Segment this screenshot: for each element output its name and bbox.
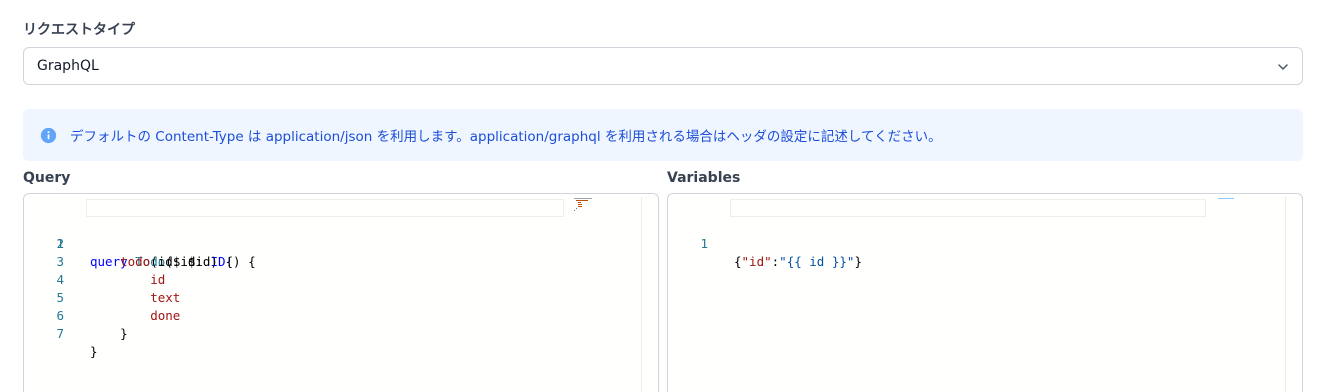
vertical-scrollbar[interactable] (1285, 197, 1299, 392)
punct-token: } (120, 326, 128, 341)
request-type-label: リクエストタイプ (23, 22, 135, 38)
punct-token: ) { (233, 254, 256, 269)
punct-token: } (90, 344, 98, 359)
query-editor[interactable]: 1 query Todo($id: ID!) { 2 todo(id: $id)… (23, 193, 659, 392)
code-line: 1 query Todo($id: ID!) { (24, 199, 564, 269)
brace-token: { (734, 254, 742, 269)
field-token: todo (120, 254, 151, 269)
value-token: "{{ id }}" (779, 254, 855, 269)
variables-editor[interactable]: 1 {"id":"{{ id }}"} (667, 193, 1303, 392)
code-line: 5 done (24, 271, 180, 323)
chevron-down-icon (1278, 64, 1288, 70)
code-line: 1 {"id":"{{ id }}"} (668, 199, 1206, 269)
variables-label: Variables (667, 170, 741, 186)
code-line: 7 } (24, 307, 97, 359)
current-line-highlight (86, 199, 564, 217)
code-line: 4 text (24, 253, 180, 305)
current-line-highlight (730, 199, 1206, 217)
line-number: 7 (56, 326, 64, 341)
code-line: 2 todo(id: $id) { (24, 217, 233, 269)
field-token: id (150, 272, 166, 287)
brace-token: } (854, 254, 862, 269)
variables-lines: 1 {"id":"{{ id }}"} (668, 199, 1206, 269)
field-token: text (150, 290, 181, 305)
vertical-scrollbar[interactable] (641, 197, 655, 392)
args-token: (id: $id) { (150, 254, 234, 269)
minimap[interactable] (1218, 197, 1240, 217)
line-number: 1 (700, 236, 708, 251)
code-line: 3 id (24, 235, 165, 287)
content-type-notice: デフォルトの Content-Type は application/json を… (23, 109, 1303, 161)
key-token: "id" (741, 254, 772, 269)
notice-text: デフォルトの Content-Type は application/json を… (70, 129, 942, 145)
field-token: done (150, 308, 181, 323)
query-label: Query (23, 170, 71, 186)
minimap[interactable] (574, 197, 596, 217)
info-icon (40, 127, 57, 143)
request-type-value: GraphQL (37, 58, 99, 74)
query-lines: 1 query Todo($id: ID!) { 2 todo(id: $id)… (24, 199, 564, 359)
request-type-select[interactable]: GraphQL (23, 47, 1303, 85)
code-line: 6 } (24, 289, 127, 341)
